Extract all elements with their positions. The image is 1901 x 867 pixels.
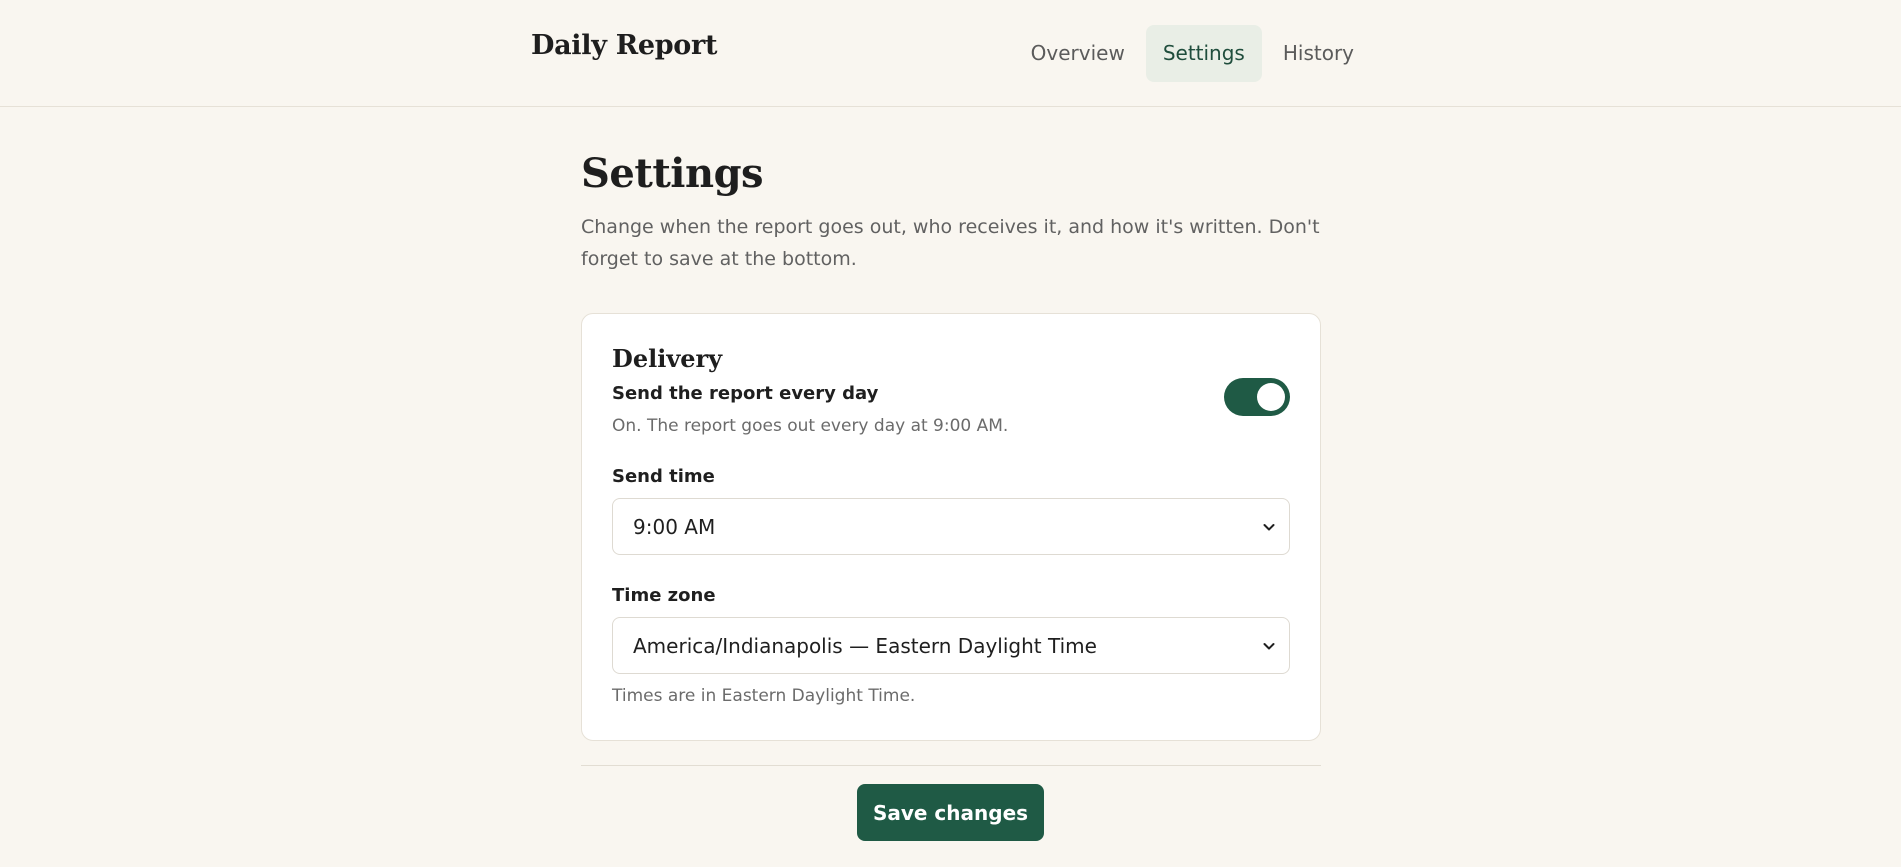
- chevron-down-icon: [1263, 523, 1275, 530]
- page-description: Change when the report goes out, who rec…: [581, 216, 1320, 270]
- brand-title: Daily Report: [531, 30, 718, 61]
- timezone-value: America/Indianapolis — Eastern Daylight …: [633, 633, 1097, 658]
- timezone-select[interactable]: America/Indianapolis — Eastern Daylight …: [612, 617, 1290, 674]
- daily-toggle-label: Send the report every day: [612, 383, 879, 404]
- send-time-value: 9:00 AM: [633, 514, 716, 539]
- timezone-label: Time zone: [612, 585, 716, 606]
- page-title: Settings: [581, 150, 764, 197]
- save-button[interactable]: Save changes: [857, 784, 1044, 841]
- tab-history[interactable]: History: [1266, 25, 1371, 82]
- delivery-title: Delivery: [612, 344, 723, 373]
- daily-toggle-row: Send the report every day On. The report…: [612, 378, 1290, 436]
- timezone-help: Times are in Eastern Daylight Time.: [612, 686, 916, 706]
- delivery-card: Delivery Send the report every day On. T…: [581, 313, 1321, 741]
- toggle-knob: [1257, 383, 1285, 411]
- settings-main: Settings Change when the report goes out…: [581, 150, 1321, 741]
- send-time-select[interactable]: 9:00 AM: [612, 498, 1290, 555]
- top-bar: Daily Report Overview Settings History: [0, 0, 1901, 107]
- main-nav: Overview Settings History: [1014, 25, 1371, 82]
- tab-settings[interactable]: Settings: [1145, 25, 1262, 82]
- daily-toggle-text: Send the report every day On. The report…: [612, 383, 1008, 436]
- daily-toggle-help: On. The report goes out every day at 9:0…: [612, 416, 1009, 436]
- footer-divider: [581, 765, 1321, 766]
- daily-report-toggle[interactable]: [1224, 378, 1290, 416]
- tab-overview[interactable]: Overview: [1014, 25, 1142, 82]
- chevron-down-icon: [1263, 642, 1275, 649]
- send-time-label: Send time: [612, 466, 715, 487]
